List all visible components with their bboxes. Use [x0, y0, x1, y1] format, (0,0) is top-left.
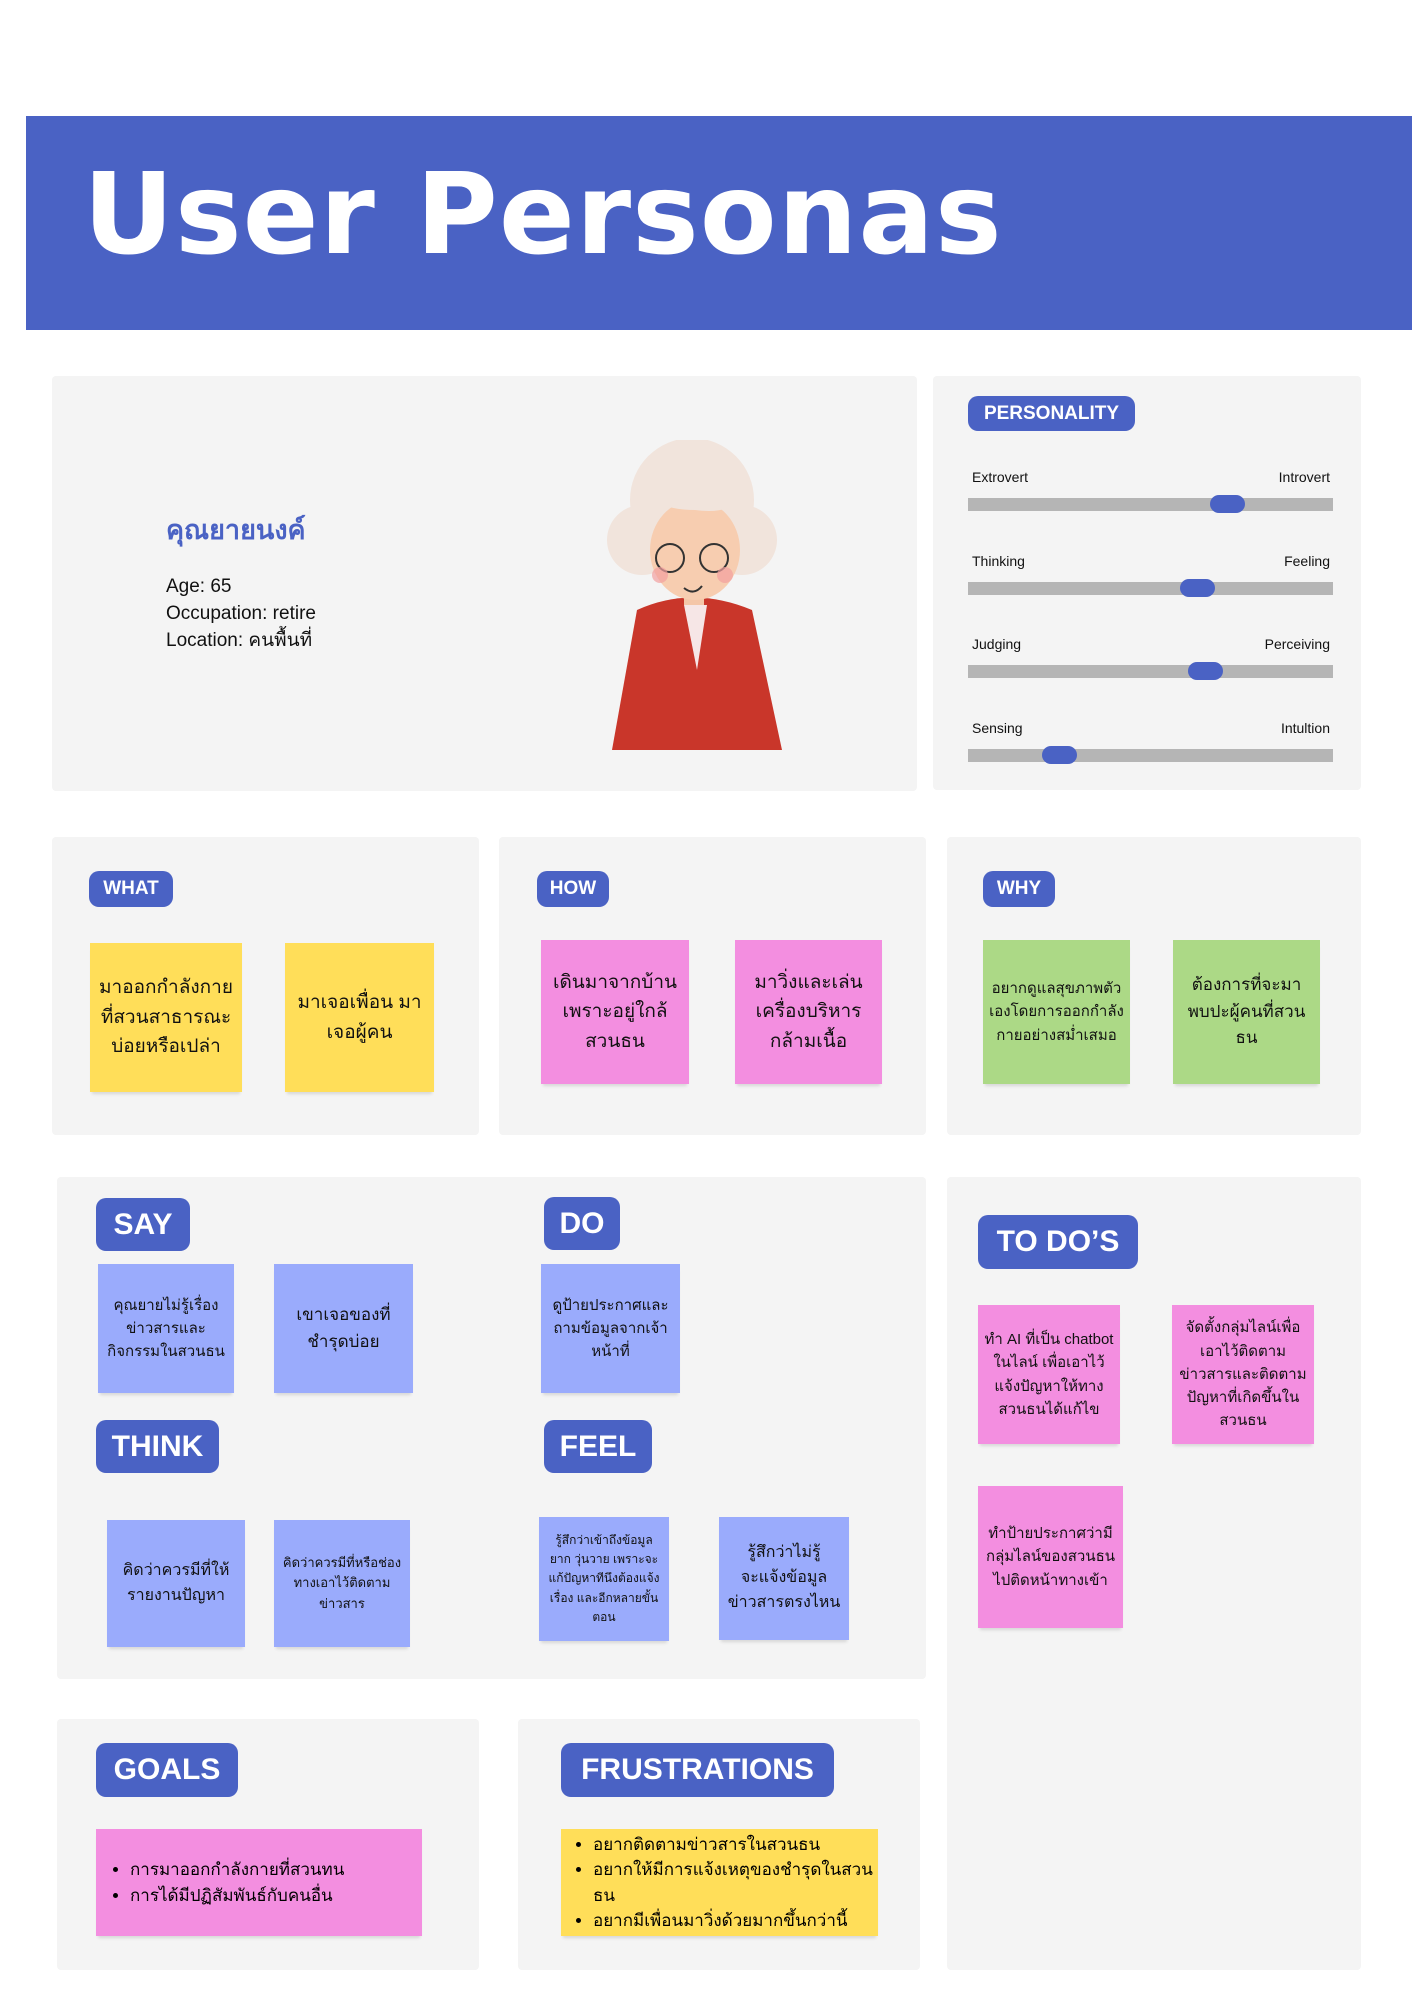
frustrations-list: อยากติดตามข่าวสารในสวนธน อยากให้มีการแจ้… [561, 1832, 878, 1934]
how-note-2: มาวิ่งและเล่นเครื่องบริหารกล้ามเนื้อ [735, 940, 882, 1084]
frustrations-item: อยากติดตามข่าวสารในสวนธน [593, 1832, 878, 1858]
how-note-1: เดินมาจากบ้านเพราะอยู่ใกล้สวนธน [541, 940, 689, 1084]
trait-left-label: Thinking [972, 553, 1025, 569]
frustrations-note: อยากติดตามข่าวสารในสวนธน อยากให้มีการแจ้… [561, 1829, 878, 1936]
frustrations-tag: FRUSTRATIONS [561, 1743, 834, 1797]
trait-slider-track[interactable] [968, 746, 1333, 764]
trait-slider-thumb[interactable] [1187, 662, 1223, 680]
trait-right-label: Feeling [1284, 553, 1330, 569]
what-note-2: มาเจอเพื่อน มาเจอผู้คน [285, 943, 434, 1092]
say-note-1: คุณยายไม่รู้เรื่องข่าวสารและกิจกรรมในสวน… [98, 1264, 234, 1393]
persona-age: Age: 65 [166, 576, 232, 597]
persona-name: คุณยายนงค์ [166, 515, 306, 545]
think-note-2: คิดว่าควรมีที่หรือช่องทางเอาไว้ติดตามข่า… [274, 1520, 410, 1647]
trait-right-label: Perceiving [1264, 636, 1330, 652]
why-note-1: อยากดูแลสุขภาพตัวเองโดยการออกกำลังกายอย่… [983, 940, 1130, 1084]
how-tag: HOW [537, 871, 609, 907]
why-note-2: ต้องการที่จะมาพบปะผู้คนที่สวนธน [1173, 940, 1320, 1084]
trait-left-label: Extrovert [972, 469, 1029, 485]
personality-tag: PERSONALITY [968, 396, 1135, 431]
say-note-2: เขาเจอของที่ชำรุดบ่อย [274, 1264, 413, 1393]
trait-slider-thumb[interactable] [1041, 746, 1077, 764]
what-tag: WHAT [89, 871, 173, 907]
goals-list: การมาออกกำลังกายที่สวนทน การได้มีปฏิสัมพ… [96, 1857, 344, 1908]
feel-note-2: รู้สึกว่าไม่รู้จะแจ้งข้อมูลข่าวสารตรงไหน [719, 1517, 849, 1640]
trait-right-label: Introvert [1278, 469, 1330, 485]
frustrations-item: อยากมีเพื่อนมาวิ่งด้วยมากขึ้นกว่านี้ [593, 1908, 878, 1934]
feel-note-1: รู้สึกว่าเข้าถึงข้อมูลยาก วุ่นวาย เพราะจ… [539, 1517, 669, 1641]
persona-location: Location: คนพื้นที่ [166, 630, 313, 651]
goals-item: การได้มีปฏิสัมพันธ์กับคนอื่น [130, 1883, 344, 1909]
todo-note-3: ทำป้ายประกาศว่ามีกลุ่มไลน์ของสวนธนไปติดห… [978, 1486, 1123, 1628]
think-note-1: คิดว่าควรมีที่ให้รายงานปัญหา [107, 1520, 245, 1647]
page-title: User Personas [83, 150, 1003, 280]
frustrations-item: อยากให้มีการแจ้งเหตุของชำรุดในสวนธน [593, 1857, 878, 1908]
feel-tag: FEEL [544, 1420, 652, 1473]
trait-slider-thumb[interactable] [1209, 495, 1245, 513]
goals-tag: GOALS [96, 1743, 238, 1797]
persona-occupation: Occupation: retire [166, 603, 316, 624]
persona-portrait-illustration [607, 440, 782, 750]
persona-info: Age: 65 Occupation: retire Location: คนพ… [166, 573, 316, 654]
do-note-1: ดูป้ายประกาศและถามข้อมูลจากเจ้าหน้าที่ [541, 1264, 680, 1393]
say-tag: SAY [96, 1198, 190, 1251]
goals-item: การมาออกกำลังกายที่สวนทน [130, 1857, 344, 1883]
trait-right-label: Intultion [1280, 720, 1330, 736]
trait-slider-track[interactable] [968, 495, 1333, 513]
trait-left-label: Sensing [972, 720, 1023, 736]
todo-tag: TO DO’S [978, 1215, 1138, 1269]
think-tag: THINK [96, 1420, 219, 1473]
todo-note-2: จัดตั้งกลุ่มไลน์เพื่อเอาไว้ติดตามข่าวสาร… [1172, 1305, 1314, 1444]
do-tag: DO [544, 1197, 620, 1250]
trait-slider-thumb[interactable] [1180, 579, 1216, 597]
goals-note: การมาออกกำลังกายที่สวนทน การได้มีปฏิสัมพ… [96, 1829, 422, 1936]
what-note-1: มาออกกำลังกายที่สวนสาธารณะบ่อยหรือเปล่า [90, 943, 242, 1092]
trait-left-label: Judging [972, 636, 1022, 652]
trait-slider-track[interactable] [968, 579, 1333, 597]
why-tag: WHY [983, 871, 1055, 907]
trait-slider-track[interactable] [968, 662, 1333, 680]
todo-note-1: ทำ AI ที่เป็น chatbot ในไลน์ เพื่อเอาไว้… [978, 1305, 1120, 1444]
